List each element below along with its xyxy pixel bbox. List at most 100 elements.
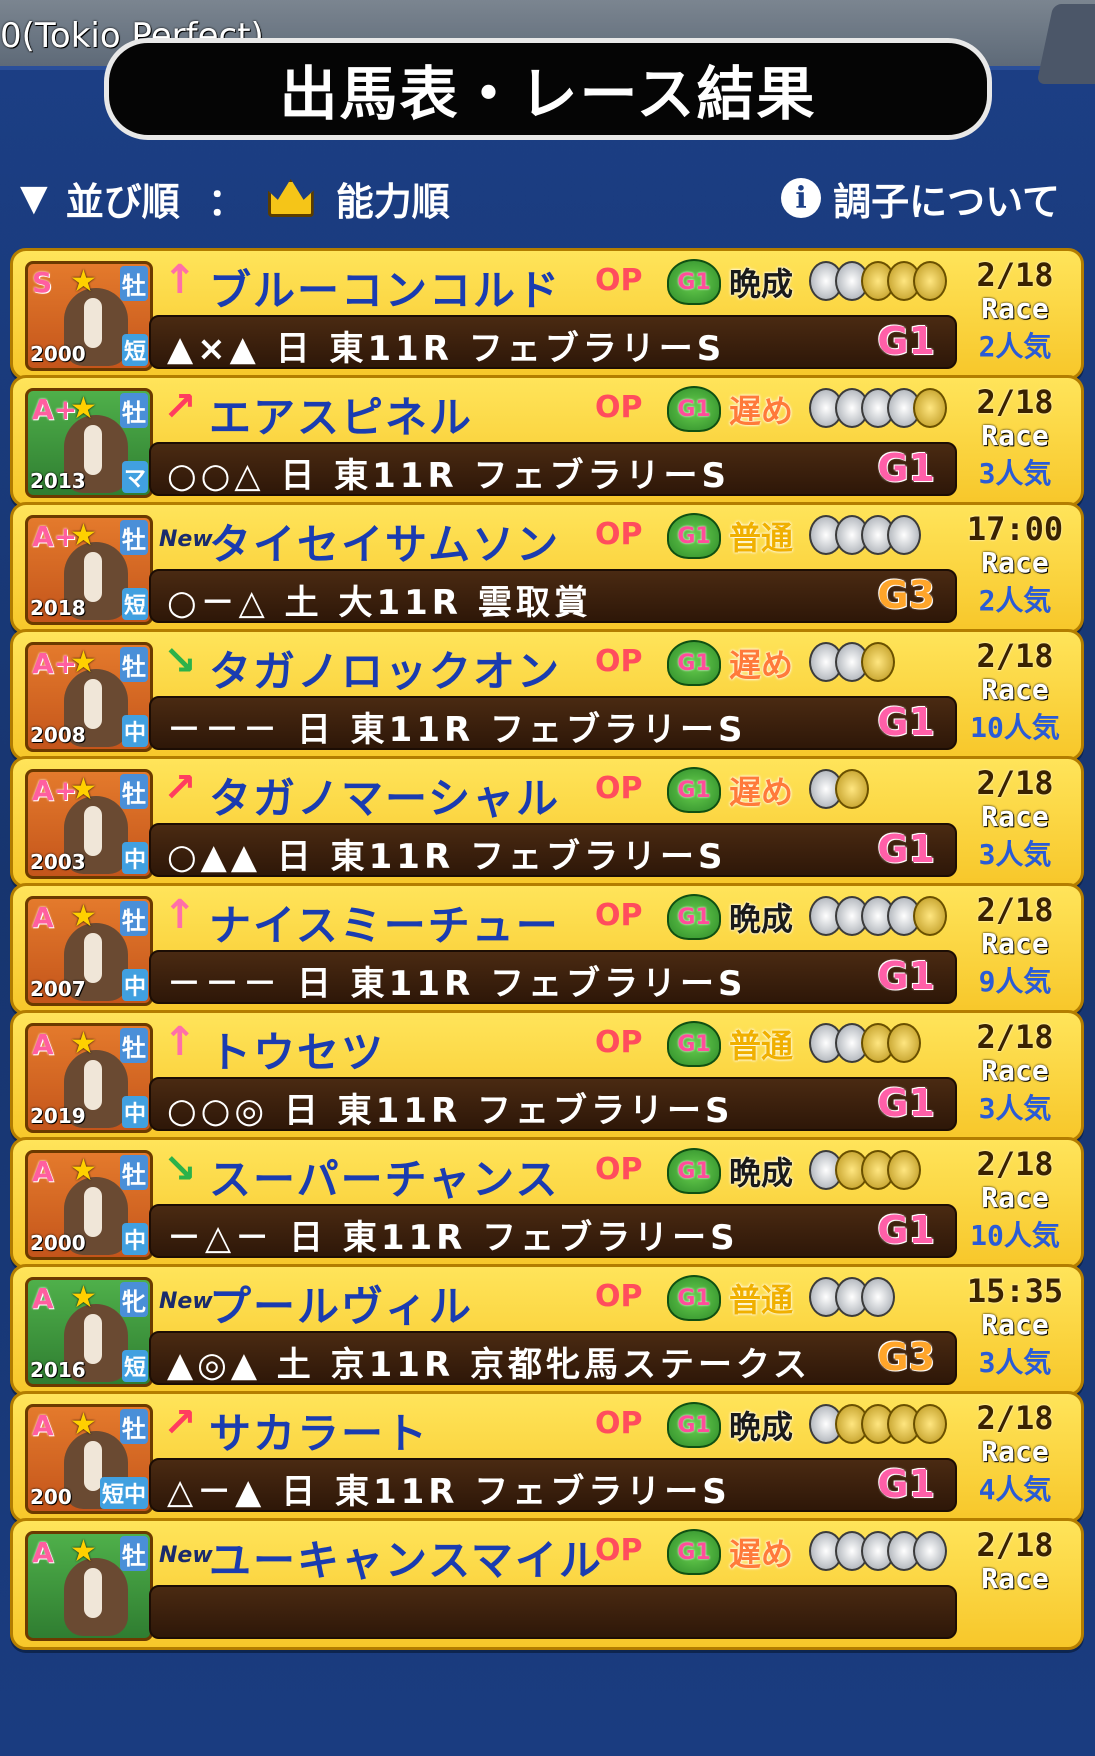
condition-coin-gold-icon [913, 261, 947, 301]
horse-portrait[interactable]: A+ ★ 牡 2013 マ [25, 388, 153, 498]
trend-arrow-icon: ↑ [163, 892, 197, 938]
race-info: ▲×▲ 日 東11R フェブラリーS [167, 329, 726, 369]
race-date-box: 17:00 Race 2人気 [957, 511, 1073, 619]
trend-arrow-icon: ↘ [163, 638, 197, 684]
horse-row[interactable]: A ★ 牡 200 短中 ↗ サカラート OP G1 晩成 2/18 Race … [10, 1391, 1084, 1523]
horse-row[interactable]: A+ ★ 牡 2018 短 New タイセイサムソン OP G1 普通 17:0… [10, 502, 1084, 634]
star-icon: ★ [70, 391, 97, 426]
g1-badge: G1 [667, 1402, 721, 1448]
race-info-bar: ○○△ 日 東11R フェブラリーS G1 [149, 442, 957, 496]
rank-badge: S [32, 266, 53, 299]
race-date: 2/18 [976, 383, 1054, 421]
race-info: ○▲▲ 日 東11R フェブラリーS [167, 837, 727, 877]
horse-portrait[interactable]: A+ ★ 牡 2003 中 [25, 769, 153, 879]
condition-info-button[interactable]: i 調子について [781, 171, 1060, 226]
horse-row[interactable]: S ★ 牡 2000 短 ↑ ブルーコンコルド OP G1 晩成 2/18 Ra… [10, 248, 1084, 380]
horse-row[interactable]: A+ ★ 牡 2013 マ ↗ エアスピネル OP G1 遅め 2/18 Rac… [10, 375, 1084, 507]
sort-triangle-icon[interactable]: ▼ [20, 178, 48, 219]
condition-coin-gold-icon [835, 769, 869, 809]
popularity: 3人気 [978, 1346, 1052, 1379]
distance-badge: マ [121, 461, 148, 493]
condition-coins [809, 642, 895, 686]
horse-portrait[interactable]: A+ ★ 牡 2008 中 [25, 642, 153, 752]
race-date-box: 2/18 Race 10人気 [957, 1146, 1073, 1254]
trend-arrow-icon: ↗ [163, 1400, 197, 1446]
horse-row[interactable]: A+ ★ 牡 2003 中 ↗ タガノマーシャル OP G1 遅め 2/18 R… [10, 756, 1084, 888]
horse-row[interactable]: A ★ 牡 2019 中 ↑ トウセツ OP G1 普通 2/18 Race 3… [10, 1010, 1084, 1142]
horse-portrait[interactable]: A ★ 牡 [25, 1531, 153, 1641]
g1-badge: G1 [667, 894, 721, 940]
growth-type: 遅め [729, 392, 794, 430]
horse-row[interactable]: A ★ 牡 New ユーキャンスマイル OP G1 遅め 2/18 Race [10, 1518, 1084, 1650]
horse-name: サカラート [209, 1409, 430, 1458]
new-badge: New [159, 1289, 213, 1314]
sex-badge: 牡 [120, 647, 148, 682]
race-grade: G3 [877, 573, 935, 617]
star-icon: ★ [70, 645, 97, 680]
g1-badge: G1 [667, 386, 721, 432]
rank-badge: A [32, 1536, 54, 1569]
horse-name: タイセイサムソン [209, 520, 561, 569]
race-date: 17:00 [966, 510, 1064, 548]
race-grade: G1 [877, 319, 935, 363]
horse-portrait[interactable]: A ★ 牡 2019 中 [25, 1023, 153, 1133]
condition-coin-gold-icon [913, 1404, 947, 1444]
sort-colon: ： [207, 179, 246, 224]
race-date: 2/18 [976, 1399, 1054, 1437]
horse-portrait[interactable]: A ★ 牝 2016 短 [25, 1277, 153, 1387]
growth-type: 晩成 [729, 1154, 794, 1192]
race-label: Race [981, 1435, 1049, 1468]
sex-badge: 牡 [120, 774, 148, 809]
horse-portrait[interactable]: A ★ 牡 200 短中 [25, 1404, 153, 1514]
new-badge: New [159, 527, 213, 552]
race-date: 15:35 [966, 1272, 1064, 1310]
condition-coin-icon [887, 515, 921, 555]
condition-coins [809, 1023, 921, 1067]
popularity: 2人気 [978, 330, 1052, 363]
popularity: 2人気 [978, 584, 1052, 617]
g1-badge: G1 [667, 767, 721, 813]
trend-arrow-icon: ↗ [163, 384, 197, 430]
birth-year: 2003 [30, 850, 86, 874]
birth-year: 2016 [30, 1358, 86, 1382]
condition-coins [809, 1404, 947, 1448]
sex-badge: 牡 [120, 393, 148, 428]
race-info-bar: ○－△ 土 大11R 雲取賞 G3 [149, 569, 957, 623]
race-info-bar: ▲◎▲ 土 京11R 京都牝馬ステークス G3 [149, 1331, 957, 1385]
birth-year: 2019 [30, 1104, 86, 1128]
race-date-box: 2/18 Race [957, 1527, 1073, 1599]
growth-type: 晩成 [729, 1408, 794, 1446]
horse-row[interactable]: A ★ 牡 2007 中 ↑ ナイスミーチュー OP G1 晩成 2/18 Ra… [10, 883, 1084, 1015]
condition-coin-gold-icon [887, 1023, 921, 1063]
condition-coins [809, 896, 947, 940]
horse-name: タガノマーシャル [209, 774, 561, 823]
horse-row[interactable]: A+ ★ 牡 2008 中 ↘ タガノロックオン OP G1 遅め 2/18 R… [10, 629, 1084, 761]
sort-label[interactable]: 並び順 [66, 171, 180, 226]
race-grade: G1 [877, 1081, 935, 1125]
race-label: Race [981, 927, 1049, 960]
horse-name: ナイスミーチュー [209, 901, 560, 950]
sort-value[interactable]: 能力順 [336, 171, 450, 226]
horse-portrait[interactable]: S ★ 牡 2000 短 [25, 261, 153, 371]
star-icon: ★ [70, 518, 97, 553]
race-date: 2/18 [976, 891, 1054, 929]
rank-badge: A [32, 901, 54, 934]
sort-bar: ▼ 並び順 ： 能力順 i 調子について [20, 168, 1080, 228]
distance-badge: 中 [121, 969, 148, 1001]
race-grade: G1 [877, 446, 935, 490]
horse-row[interactable]: A ★ 牝 2016 短 New プールヴィル OP G1 普通 15:35 R… [10, 1264, 1084, 1396]
horse-portrait[interactable]: A ★ 牡 2007 中 [25, 896, 153, 1006]
race-label: Race [981, 1308, 1049, 1341]
race-date-box: 2/18 Race 9人気 [957, 892, 1073, 1000]
rank-badge: A [32, 1282, 54, 1315]
horse-portrait[interactable]: A+ ★ 牡 2018 短 [25, 515, 153, 625]
horse-name: スーパーチャンス [209, 1155, 560, 1204]
horse-portrait[interactable]: A ★ 牡 2000 中 [25, 1150, 153, 1260]
star-icon: ★ [70, 772, 97, 807]
horse-row[interactable]: A ★ 牡 2000 中 ↘ スーパーチャンス OP G1 晩成 2/18 Ra… [10, 1137, 1084, 1269]
g1-badge: G1 [667, 1148, 721, 1194]
distance-badge: 短 [121, 588, 148, 620]
sex-badge: 牡 [120, 1155, 148, 1190]
distance-badge: 中 [121, 842, 148, 874]
corner-tab [1036, 4, 1095, 84]
